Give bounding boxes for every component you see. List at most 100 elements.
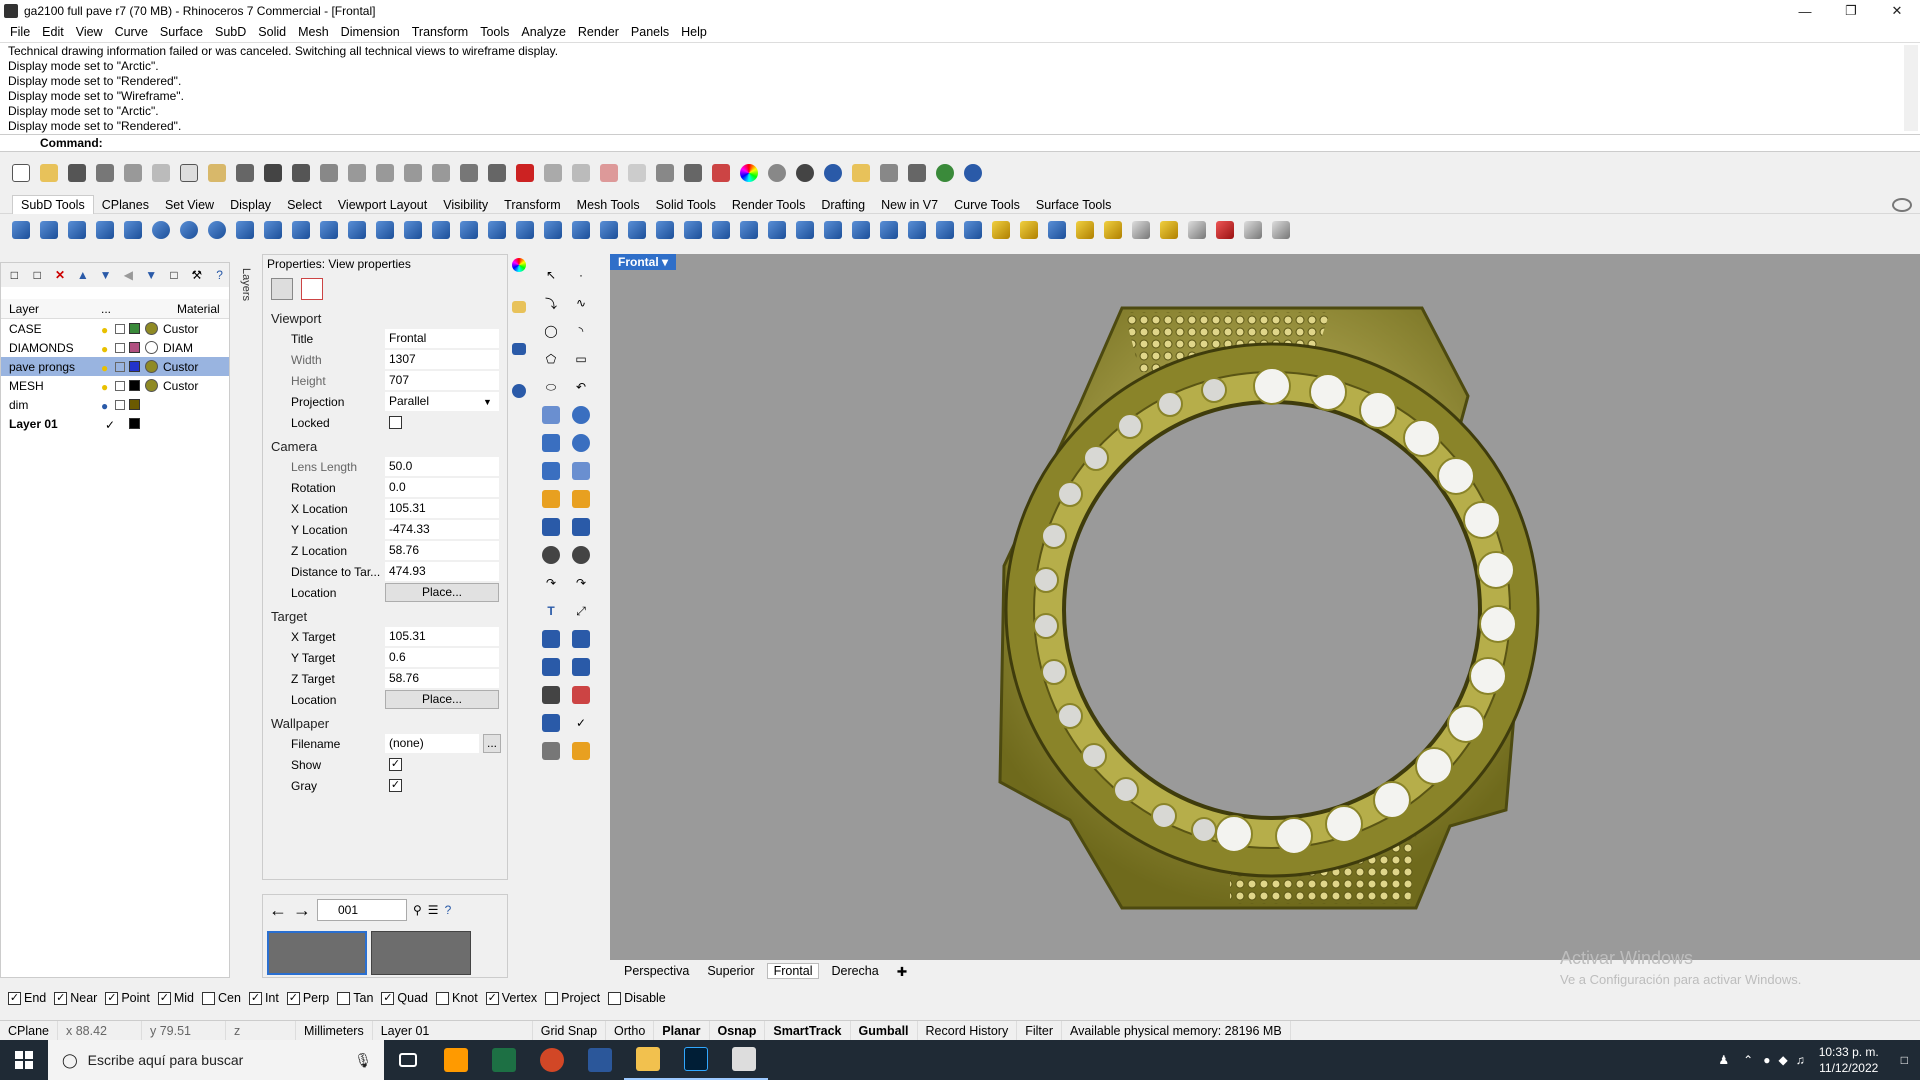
- fillet-icon[interactable]: ↶: [568, 374, 594, 400]
- osnap-vertex[interactable]: ✓ Vertex: [485, 991, 537, 1005]
- subd-icon-23[interactable]: [624, 217, 650, 243]
- trim-icon[interactable]: ↷: [538, 570, 564, 596]
- windows-start-icon[interactable]: [0, 1040, 48, 1080]
- layer-color-swatch[interactable]: [129, 361, 140, 372]
- menu-subd[interactable]: SubD: [209, 22, 252, 42]
- leader-icon[interactable]: [568, 514, 594, 540]
- car-icon[interactable]: [512, 160, 538, 186]
- tools-icon[interactable]: ⚒: [187, 265, 206, 285]
- zoom-selected-icon[interactable]: [428, 160, 454, 186]
- zoom-extents-icon[interactable]: [400, 160, 426, 186]
- command-history[interactable]: Technical drawing information failed or …: [0, 42, 1920, 134]
- minimize-button[interactable]: —: [1782, 0, 1828, 22]
- gray-checkbox[interactable]: ✓: [389, 779, 402, 792]
- menu-file[interactable]: File: [4, 22, 36, 42]
- forward-arrow-icon[interactable]: →: [293, 900, 311, 921]
- tab-select[interactable]: Select: [279, 196, 330, 214]
- chevron-down-icon[interactable]: ▼: [483, 397, 492, 407]
- y-target-field[interactable]: 0.6: [385, 648, 499, 667]
- move-down-icon[interactable]: ▼: [96, 265, 115, 285]
- explode-icon[interactable]: [568, 542, 594, 568]
- dimension-tool-icon[interactable]: [538, 514, 564, 540]
- move-parent-icon[interactable]: ◀: [119, 265, 138, 285]
- clock[interactable]: 10:33 p. m. 11/12/2022: [1809, 1044, 1889, 1076]
- scale-icon[interactable]: ⤢: [568, 598, 594, 624]
- subd-icon-30[interactable]: [820, 217, 846, 243]
- subd-box-icon[interactable]: [8, 217, 34, 243]
- subd-icon-33[interactable]: [904, 217, 930, 243]
- subd-truncated-cone-icon[interactable]: [92, 217, 118, 243]
- subd-icon-15[interactable]: [400, 217, 426, 243]
- group-icon[interactable]: [538, 626, 564, 652]
- color-wheel-icon[interactable]: [508, 254, 530, 276]
- subd-icon-18[interactable]: [484, 217, 510, 243]
- width-field[interactable]: 1307: [385, 350, 499, 369]
- menu-analyze[interactable]: Analyze: [515, 22, 571, 42]
- chevron-down-icon[interactable]: ▾: [662, 255, 668, 269]
- join-icon[interactable]: [538, 542, 564, 568]
- gear-icon[interactable]: [1892, 198, 1912, 212]
- boolean-icon[interactable]: [568, 402, 594, 428]
- target-place-button[interactable]: Place...: [385, 690, 499, 709]
- osnap-tan[interactable]: Tan: [337, 991, 373, 1005]
- rhino-taskbar-icon[interactable]: [720, 1040, 768, 1080]
- tab-render-tools[interactable]: Render Tools: [724, 196, 813, 214]
- layer-color-swatch[interactable]: [129, 380, 140, 391]
- osnap-project[interactable]: Project: [545, 991, 600, 1005]
- ortho-toggle[interactable]: Ortho: [606, 1020, 655, 1041]
- material-thumbnail[interactable]: [267, 931, 367, 975]
- menu-mesh[interactable]: Mesh: [292, 22, 335, 42]
- point-icon[interactable]: ·: [568, 262, 594, 288]
- arrow-transform-icon[interactable]: [568, 486, 594, 512]
- select-points-icon[interactable]: [596, 160, 622, 186]
- render-icon[interactable]: [820, 160, 846, 186]
- chevron-up-icon[interactable]: ⌃: [1737, 1053, 1759, 1067]
- command-line[interactable]: Command:: [0, 134, 1920, 152]
- tab-superior[interactable]: Superior: [701, 964, 760, 978]
- osnap-perp[interactable]: ✓ Perp: [286, 991, 329, 1005]
- paint-icon[interactable]: [568, 738, 594, 764]
- four-view-icon[interactable]: [484, 160, 510, 186]
- tab-display[interactable]: Display: [222, 196, 279, 214]
- tray-app-icon[interactable]: ●: [1759, 1053, 1774, 1067]
- subd-icon-37[interactable]: [1016, 217, 1042, 243]
- padlock-icon[interactable]: [115, 361, 125, 372]
- settings-icon[interactable]: [876, 160, 902, 186]
- tab-visibility[interactable]: Visibility: [435, 196, 496, 214]
- smarttrack-toggle[interactable]: SmartTrack: [765, 1020, 851, 1041]
- lightbulb-icon[interactable]: ●: [101, 323, 111, 337]
- padlock-icon[interactable]: [115, 380, 125, 391]
- subd-icon-35[interactable]: [960, 217, 986, 243]
- subd-icon-13[interactable]: [344, 217, 370, 243]
- light-bulb-icon[interactable]: [538, 486, 564, 512]
- arc-icon[interactable]: ◝: [568, 318, 594, 344]
- current-layer-check-icon[interactable]: ✓: [105, 418, 119, 432]
- tab-drafting[interactable]: Drafting: [813, 196, 873, 214]
- network-icon[interactable]: ◆: [1774, 1053, 1791, 1067]
- new-layer-icon[interactable]: □: [5, 265, 24, 285]
- tab-set-view[interactable]: Set View: [157, 196, 222, 214]
- layers-vertical-tab[interactable]: Layers: [232, 262, 252, 322]
- plane-icon[interactable]: [540, 160, 566, 186]
- menu-surface[interactable]: Surface: [154, 22, 209, 42]
- help-icon[interactable]: ?: [445, 903, 452, 917]
- osnap-cen[interactable]: Cen: [202, 991, 241, 1005]
- padlock-icon[interactable]: [115, 342, 125, 353]
- text-icon[interactable]: T: [538, 598, 564, 624]
- layer-column-header[interactable]: Layer: [9, 302, 39, 316]
- layer-row-dim[interactable]: dim ●: [1, 395, 229, 414]
- osnap-toggle[interactable]: Osnap: [710, 1020, 766, 1041]
- filename-field[interactable]: (none): [385, 734, 479, 753]
- dimension-icon[interactable]: [904, 160, 930, 186]
- subd-icon-29[interactable]: [792, 217, 818, 243]
- history-scrollbar[interactable]: [1904, 45, 1918, 131]
- menu-solid[interactable]: Solid: [252, 22, 292, 42]
- copy-layer-icon[interactable]: □: [165, 265, 184, 285]
- lens-length-field[interactable]: 50.0: [385, 457, 499, 476]
- planar-toggle[interactable]: Planar: [654, 1020, 710, 1041]
- osnap-checkbox[interactable]: [337, 991, 351, 1005]
- layer-row-layer-01[interactable]: Layer 01 ✓: [1, 414, 229, 433]
- subd-icon-9[interactable]: [232, 217, 258, 243]
- rotation-field[interactable]: 0.0: [385, 478, 499, 497]
- surface-icon[interactable]: [538, 402, 564, 428]
